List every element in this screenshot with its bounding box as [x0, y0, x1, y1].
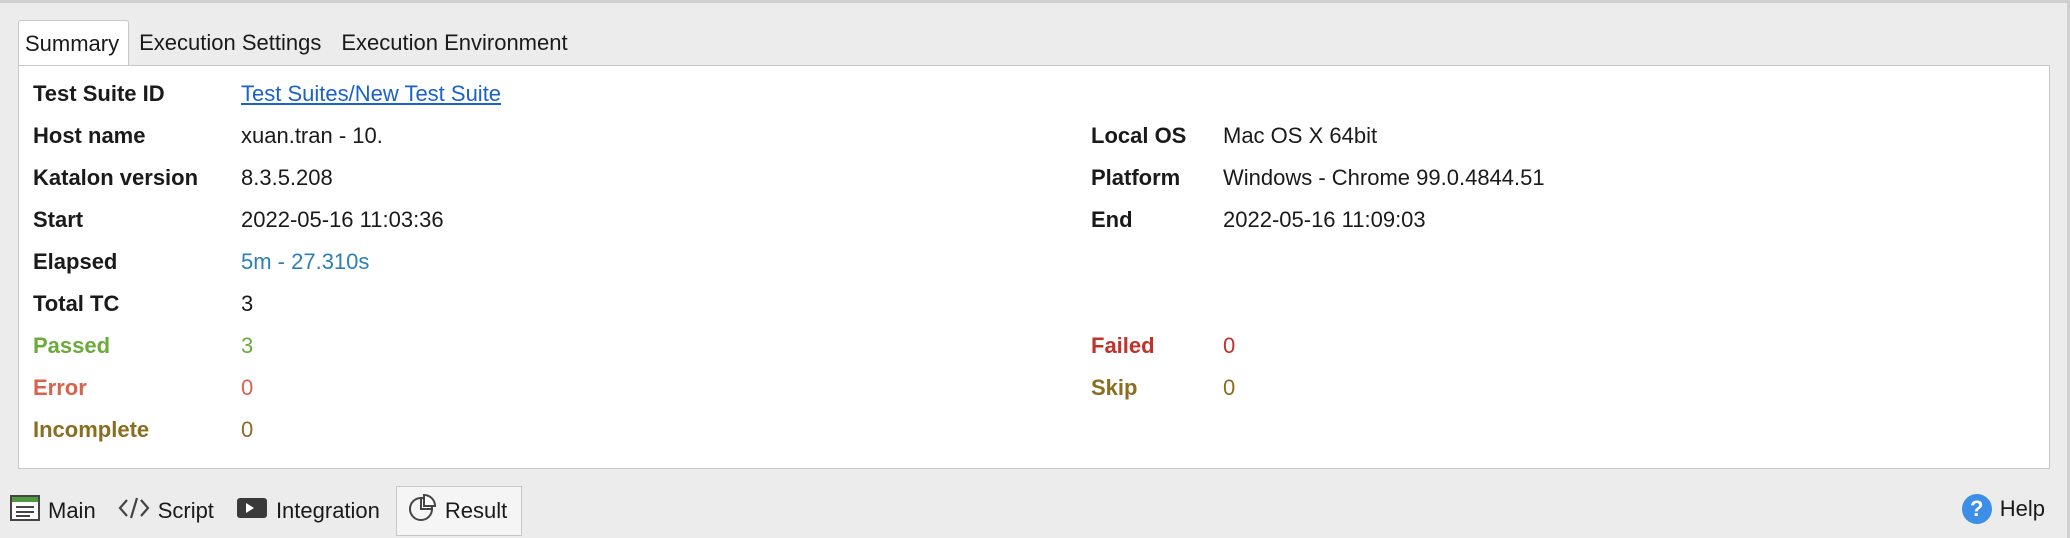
tab-integration[interactable]: Integration — [226, 487, 392, 535]
start-value: 2022-05-16 11:03:36 — [241, 207, 444, 232]
editor-bottom-tab-bar: Main Script Integration Result ? Help — [0, 484, 2067, 538]
code-brackets-icon — [118, 496, 158, 526]
tab-execution-settings[interactable]: Execution Settings — [129, 19, 331, 66]
local-os-value: Mac OS X 64bit — [1223, 123, 1378, 148]
passed-value: 3 — [241, 333, 254, 358]
platform-label: Platform — [1091, 165, 1181, 190]
total-tc-value: 3 — [241, 291, 254, 316]
tab-main-label: Main — [48, 498, 96, 523]
tab-result[interactable]: Result — [395, 486, 523, 536]
tab-execution-environment[interactable]: Execution Environment — [331, 19, 577, 66]
host-name-value: xuan.tran - 10. — [241, 123, 383, 148]
katalon-version-value: 8.3.5.208 — [241, 165, 333, 190]
tab-result-label: Result — [444, 498, 508, 523]
test-suite-id-label: Test Suite ID — [33, 81, 165, 106]
incomplete-label: Incomplete — [33, 417, 150, 442]
end-value: 2022-05-16 11:09:03 — [1223, 207, 1426, 232]
list-document-icon — [10, 495, 48, 527]
tab-summary[interactable]: Summary — [18, 20, 130, 67]
integration-icon — [236, 496, 276, 526]
elapsed-value: 5m - 27.310s — [241, 249, 370, 274]
failed-value: 0 — [1223, 333, 1236, 358]
katalon-version-label: Katalon version — [33, 165, 199, 190]
tab-script-label: Script — [157, 498, 214, 523]
summary-panel: Test Suite ID Test Suites/New Test Suite… — [18, 65, 2050, 469]
test-suite-id-link[interactable]: Test Suites/New Test Suite — [241, 81, 501, 107]
incomplete-value: 0 — [241, 417, 254, 442]
total-tc-label: Total TC — [33, 291, 120, 316]
help-label: Help — [1999, 496, 2045, 521]
passed-label: Passed — [33, 333, 111, 358]
error-value: 0 — [241, 375, 254, 400]
start-label: Start — [33, 207, 84, 232]
end-label: End — [1091, 207, 1133, 232]
top-divider — [0, 0, 2070, 3]
error-label: Error — [33, 375, 87, 400]
failed-label: Failed — [1091, 333, 1155, 358]
tab-main[interactable]: Main — [0, 487, 108, 535]
report-tab-bar: Summary Execution Settings Execution Env… — [18, 18, 578, 67]
pie-chart-icon — [407, 493, 445, 529]
platform-value: Windows - Chrome 99.0.4844.51 — [1223, 165, 1545, 190]
local-os-label: Local OS — [1091, 123, 1187, 148]
tab-integration-label: Integration — [275, 498, 380, 523]
question-circle-icon: ? — [1961, 494, 1992, 524]
skip-value: 0 — [1223, 375, 1236, 400]
tab-script[interactable]: Script — [108, 487, 226, 535]
elapsed-label: Elapsed — [33, 249, 118, 274]
skip-label: Skip — [1091, 375, 1138, 400]
host-name-label: Host name — [33, 123, 146, 148]
help-button[interactable]: ? Help — [1961, 494, 2045, 524]
